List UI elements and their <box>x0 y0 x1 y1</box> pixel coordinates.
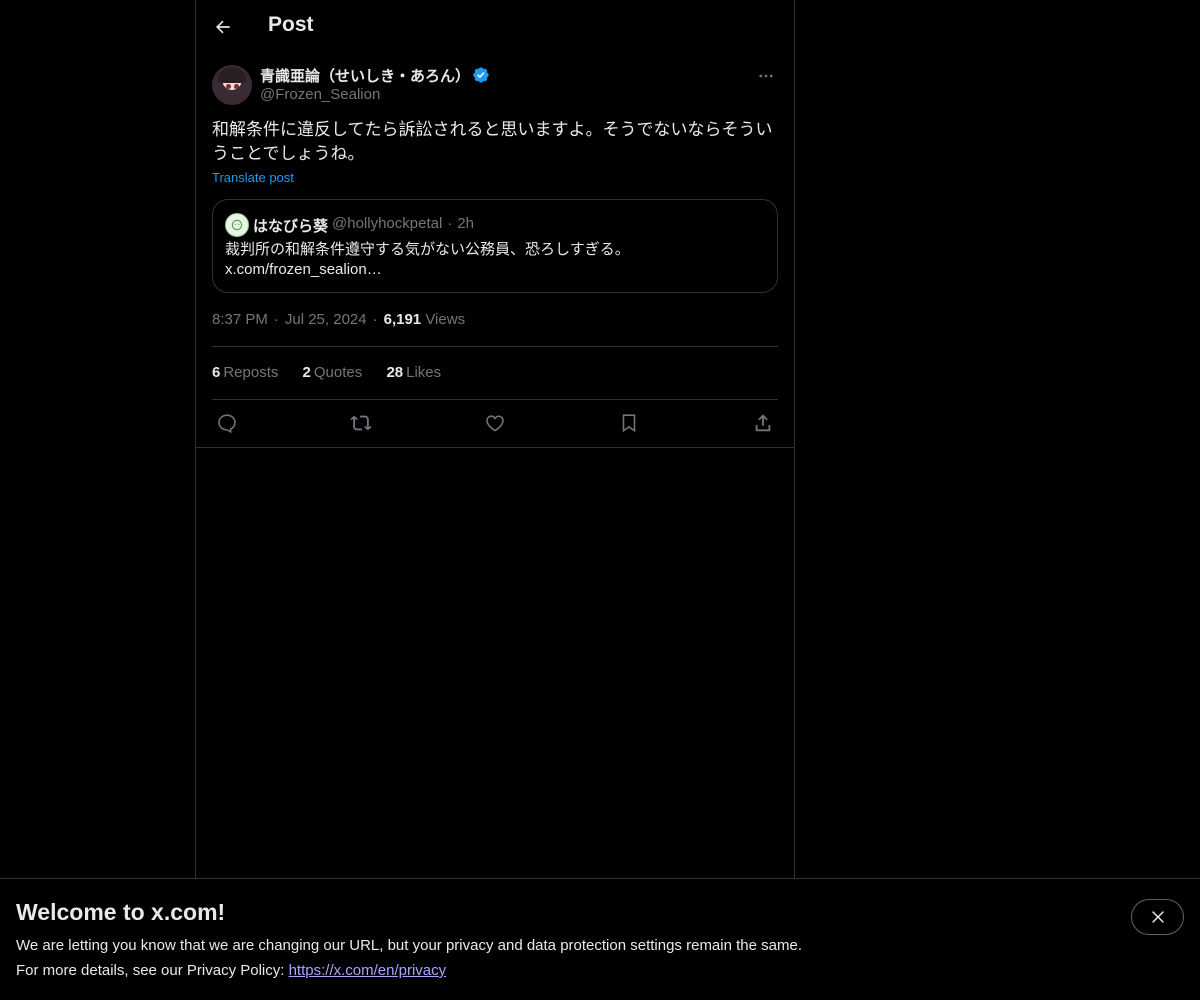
quote-text-line2: x.com/frozen_sealion… <box>225 261 382 278</box>
more-button[interactable] <box>754 64 778 88</box>
post-time[interactable]: 8:37 PM <box>212 311 268 328</box>
author-row: 青識亜論（せいしき・あろん） @Frozen_Sealion <box>212 64 778 108</box>
privacy-policy-link[interactable]: https://x.com/en/privacy <box>289 962 447 979</box>
author-display-name[interactable]: 青識亜論（せいしき・あろん） <box>260 65 470 86</box>
verified-badge-icon <box>473 67 489 83</box>
likes-count: 28 <box>386 364 404 381</box>
header: Post <box>196 0 794 53</box>
translate-post-link[interactable]: Translate post <box>212 170 294 185</box>
avatar[interactable] <box>212 65 252 105</box>
banner-privacy-line: For more details, see our Privacy Policy… <box>16 962 446 979</box>
divider <box>212 346 778 347</box>
views-count: 6,191 <box>383 311 422 328</box>
quote-avatar <box>225 213 249 237</box>
quote-handle: @hollyhockpetal <box>332 215 443 232</box>
quotes-stat[interactable]: 2 Quotes <box>303 364 363 381</box>
quote-display-name: はなびら葵 <box>253 218 329 235</box>
share-icon <box>755 414 771 432</box>
likes-stat[interactable]: 28 Likes <box>386 364 441 381</box>
close-icon <box>1151 911 1164 923</box>
more-icon <box>759 74 773 78</box>
author-handle[interactable]: @Frozen_Sealion <box>260 86 380 103</box>
post-date[interactable]: Jul 25, 2024 <box>285 311 367 328</box>
quoted-post[interactable]: はなびら葵 @hollyhockpetal · 2h 裁判所の和解条件遵守する気がな… <box>212 199 778 293</box>
quote-text-line1: 裁判所の和解条件遵守する気がない公務員、恐ろしすぎる。 <box>225 241 630 258</box>
like-icon <box>486 415 504 432</box>
like-button[interactable] <box>482 410 508 436</box>
banner-title: Welcome to x.com! <box>16 899 226 925</box>
reposts-label: Reposts <box>223 364 279 381</box>
quotes-count: 2 <box>302 364 311 381</box>
close-banner-button[interactable] <box>1131 899 1184 935</box>
divider <box>212 399 778 400</box>
banner-privacy-prefix: For more details, see our Privacy Policy… <box>16 962 289 979</box>
reposts-count: 6 <box>212 364 221 381</box>
bookmark-icon <box>622 414 636 433</box>
post-text: 和解条件に違反してたら訴訟されると思いますよ。そうでないならそういうことでしょう… <box>212 120 773 163</box>
reposts-stat[interactable]: 6 Reposts <box>212 364 278 381</box>
banner-message: We are letting you know that we are chan… <box>16 937 802 954</box>
views-label: Views <box>425 311 466 328</box>
quote-handle-line: @hollyhockpetal · 2h <box>332 215 474 232</box>
repost-button[interactable] <box>348 410 374 436</box>
quote-age: 2h <box>457 215 474 232</box>
page-title: Post <box>268 13 314 36</box>
share-button[interactable] <box>750 410 776 436</box>
likes-label: Likes <box>406 364 442 381</box>
reply-button[interactable] <box>214 410 240 436</box>
main-column: Post 青識亜論（せいしき・あろん） @Frozen_Sealion 和解条件… <box>195 0 795 1000</box>
divider <box>196 447 794 448</box>
reply-icon <box>218 414 236 434</box>
engagement-stats: 6 Reposts 2 Quotes 28 Likes <box>212 364 461 381</box>
welcome-banner: Welcome to x.com! We are letting you kno… <box>0 878 1200 1000</box>
action-bar <box>212 410 778 436</box>
quotes-label: Quotes <box>313 364 363 381</box>
post-meta: 8:37 PM · Jul 25, 2024 · 6,191 Views <box>212 311 466 328</box>
bookmark-button[interactable] <box>616 410 642 436</box>
back-button[interactable] <box>206 10 240 44</box>
back-arrow-icon <box>216 20 230 34</box>
repost-icon <box>350 415 372 431</box>
quote-text: 裁判所の和解条件遵守する気がない公務員、恐ろしすぎる。 x.com/frozen… <box>225 240 765 280</box>
